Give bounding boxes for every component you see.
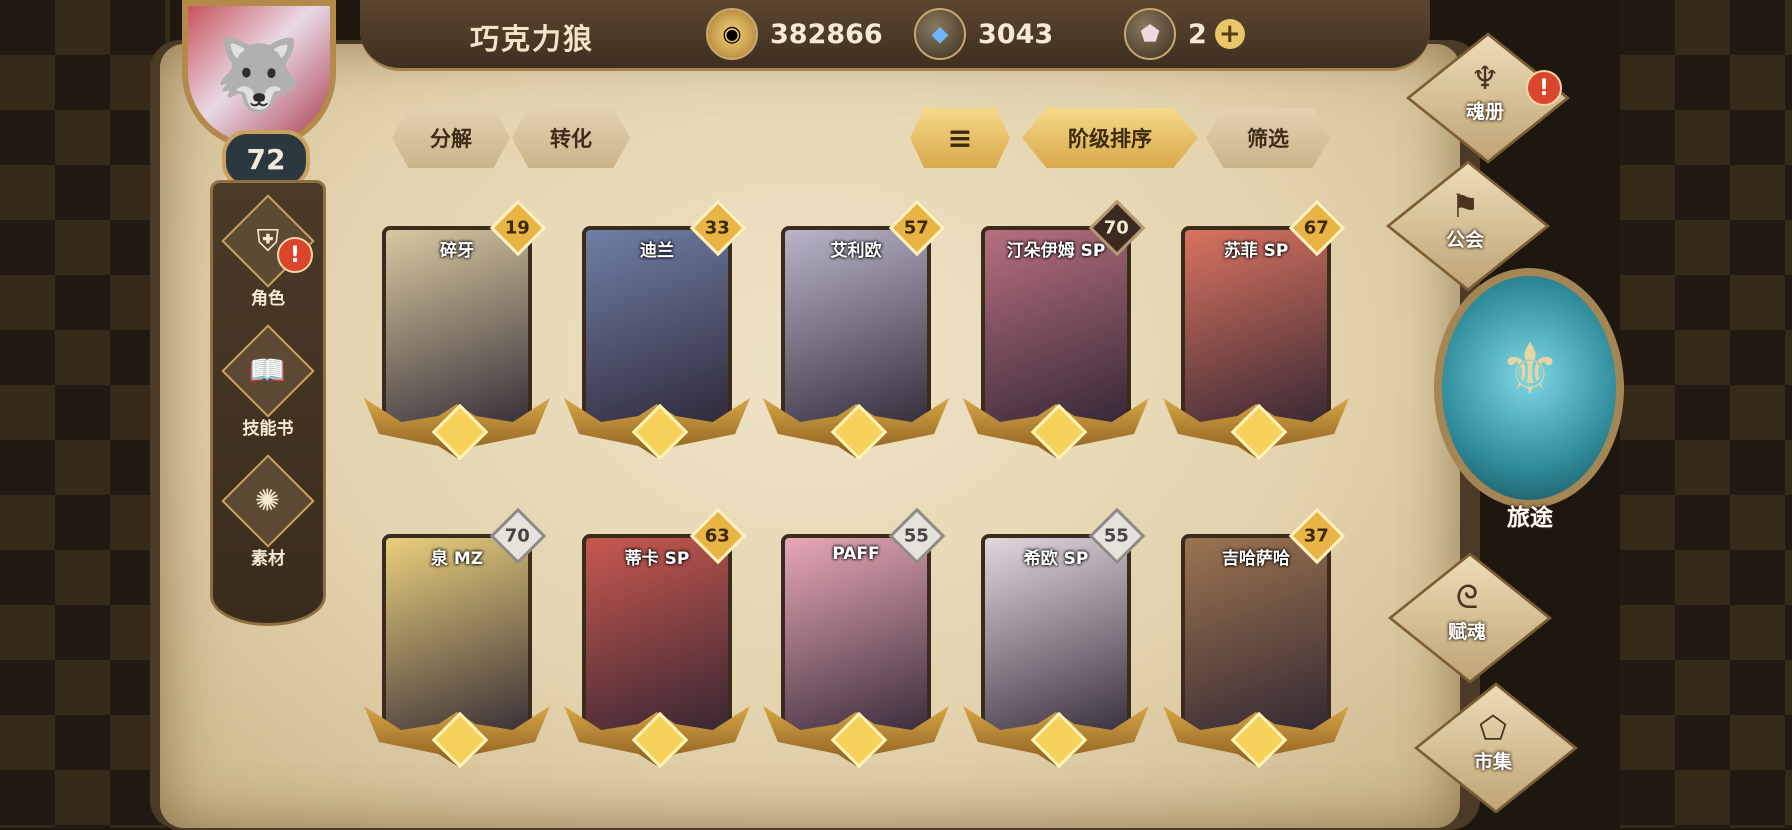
- guild-button[interactable]: ⚑ 公会: [1385, 160, 1551, 292]
- journey-label: 旅途: [1507, 505, 1553, 531]
- journey-button[interactable]: ⚜ 旅途: [1430, 268, 1630, 538]
- level-value: 55: [904, 525, 930, 547]
- character-card[interactable]: PAFF 55: [763, 507, 949, 769]
- character-card[interactable]: 艾利欧 57: [763, 199, 949, 461]
- card-frame: 希欧 SP: [981, 534, 1131, 734]
- card-frame: 碎牙: [382, 226, 532, 426]
- crystal-resource: ◆ 3043: [914, 8, 1054, 60]
- menu-item-materials[interactable]: ✺ 素材: [213, 453, 323, 573]
- sort-lines-icon: ≡: [947, 120, 973, 156]
- blue-crystal-icon: ◆: [914, 8, 966, 60]
- trident-emblem-icon: ⚜: [1498, 328, 1562, 410]
- character-card[interactable]: 吉哈萨哈 37: [1163, 507, 1349, 769]
- menu-item-skill-books[interactable]: 📖 技能书: [213, 323, 323, 443]
- gem-amount: 2: [1188, 18, 1207, 50]
- level-value: 33: [705, 217, 731, 239]
- market-label: 市集: [1473, 750, 1512, 773]
- endow-button[interactable]: ᘓ 赋魂: [1387, 552, 1553, 684]
- level-value: 63: [705, 525, 731, 547]
- player-name: 巧克力狼: [470, 22, 595, 56]
- card-frame: 迪兰: [582, 226, 732, 426]
- level-value: 19: [505, 217, 531, 239]
- card-frame: 吉哈萨哈: [1181, 534, 1331, 734]
- gold-resource: ◉ 382866: [706, 8, 883, 60]
- character-card[interactable]: 希欧 SP 55: [963, 507, 1149, 769]
- alert-badge: !: [1526, 70, 1562, 106]
- avatar-portrait: 🐺: [182, 0, 336, 150]
- left-menu: ⛨ 角色 ! 📖 技能书 ✺ 素材: [210, 180, 326, 626]
- right-wall: [1620, 0, 1792, 828]
- character-portrait: [785, 538, 927, 730]
- character-card[interactable]: 泉 MZ 70: [364, 507, 550, 769]
- gold-coin-icon: ◉: [706, 8, 758, 60]
- character-card[interactable]: 苏菲 SP 67: [1163, 199, 1349, 461]
- level-value: 55: [1104, 525, 1130, 547]
- alert-badge: !: [277, 237, 313, 273]
- book-icon: 📖: [221, 323, 315, 418]
- banner-icon: ⚑: [1450, 186, 1480, 225]
- gold-amount: 382866: [770, 18, 883, 50]
- market-button[interactable]: ⬠ 市集: [1413, 682, 1579, 814]
- card-frame: 蒂卡 SP: [582, 534, 732, 734]
- crystal-amount: 3043: [978, 18, 1054, 50]
- level-value: 70: [1104, 217, 1130, 239]
- guild-label: 公会: [1445, 228, 1484, 251]
- player-avatar[interactable]: 🐺 72: [160, 0, 370, 188]
- character-card[interactable]: 汀朵伊姆 SP 70: [963, 199, 1149, 461]
- level-value: 70: [505, 525, 531, 547]
- level-value: 37: [1304, 525, 1330, 547]
- left-wall: [0, 0, 170, 828]
- character-card[interactable]: 蒂卡 SP 63: [564, 507, 750, 769]
- character-card[interactable]: 迪兰 33: [564, 199, 750, 461]
- menu-item-characters[interactable]: ⛨ 角色 !: [213, 193, 323, 313]
- card-frame: 泉 MZ: [382, 534, 532, 734]
- soulbook-label: 魂册: [1465, 100, 1504, 123]
- crystal-icon: ⬠: [1479, 708, 1507, 747]
- horned-helmet-icon: ♆: [1470, 58, 1500, 97]
- sort-order-button[interactable]: ≡: [910, 108, 1010, 168]
- level-value: 57: [904, 217, 930, 239]
- creature-icon: ✺: [221, 453, 315, 548]
- card-frame: 艾利欧: [781, 226, 931, 426]
- filter-button[interactable]: 筛选: [1206, 108, 1330, 168]
- sort-by-rank-button[interactable]: 阶级排序: [1022, 108, 1198, 168]
- card-frame: 苏菲 SP: [1181, 226, 1331, 426]
- decompose-button[interactable]: 分解: [392, 108, 510, 168]
- add-gem-button[interactable]: +: [1214, 19, 1245, 49]
- soulbook-button[interactable]: ♆ 魂册 !: [1405, 32, 1571, 164]
- card-frame: 汀朵伊姆 SP: [981, 226, 1131, 426]
- gem-resource: ⬟ 2 +: [1124, 8, 1245, 60]
- card-frame: PAFF: [781, 534, 931, 734]
- level-value: 67: [1304, 217, 1330, 239]
- gem-icon: ⬟: [1124, 8, 1176, 60]
- endow-label: 赋魂: [1447, 621, 1486, 643]
- character-card[interactable]: 碎牙 19: [364, 199, 550, 461]
- convert-button[interactable]: 转化: [512, 108, 630, 168]
- swirl-icon: ᘓ: [1455, 578, 1479, 616]
